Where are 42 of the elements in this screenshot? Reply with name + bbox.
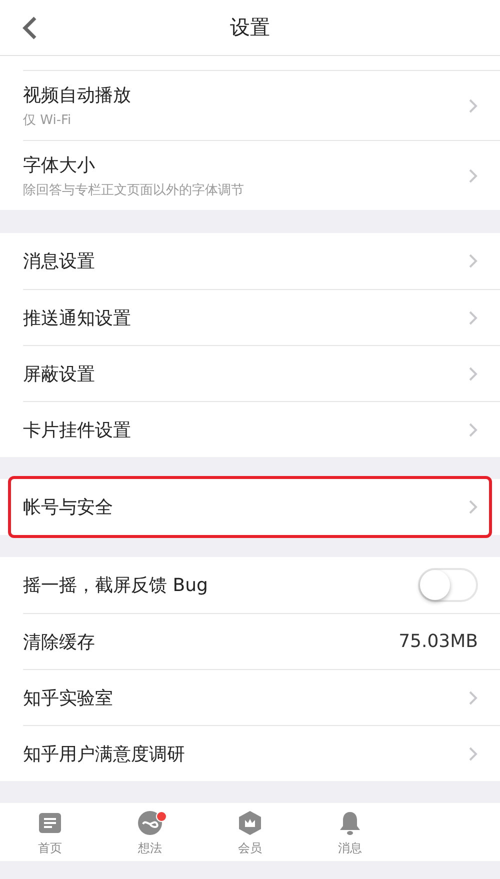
chevron-right-icon xyxy=(468,310,478,326)
settings-row[interactable]: 知乎用户满意度调研 xyxy=(23,725,500,781)
row-label: 帐号与安全 xyxy=(23,496,114,519)
chevron-right-icon xyxy=(468,253,478,269)
chevron-right-icon xyxy=(468,746,478,762)
chevron-right-icon xyxy=(468,98,478,114)
member-icon xyxy=(236,809,264,837)
tab-item[interactable]: 会员 xyxy=(200,803,300,861)
chevron-right-icon xyxy=(468,690,478,706)
row-label: 屏蔽设置 xyxy=(23,362,96,386)
row-label: 卡片挂件设置 xyxy=(23,418,132,442)
settings-row[interactable]: 推送通知设置 xyxy=(23,289,500,345)
chevron-right-icon xyxy=(468,422,478,438)
row-label: 消息设置 xyxy=(23,250,96,273)
cache-size: 75.03MB xyxy=(398,631,478,652)
back-icon[interactable] xyxy=(20,15,38,41)
settings-row[interactable]: 屏蔽设置 xyxy=(23,345,500,401)
toggle-switch[interactable] xyxy=(418,568,478,602)
row-label: 字体大小 xyxy=(23,154,96,176)
ideas-icon xyxy=(136,809,164,837)
settings-row[interactable]: 卡片挂件设置 xyxy=(23,401,500,457)
row-label: 知乎实验室 xyxy=(23,686,114,710)
row-label: 摇一摇，截屏反馈 Bug xyxy=(23,574,209,597)
chevron-right-icon xyxy=(468,168,478,184)
row-label: 推送通知设置 xyxy=(23,306,132,330)
tab-item[interactable]: 消息 xyxy=(300,803,400,861)
settings-row[interactable]: 摇一摇，截屏反馈 Bug xyxy=(23,557,500,613)
settings-row[interactable]: 视频自动播放 仅 Wi-Fi xyxy=(23,70,500,140)
row-label: 清除缓存 xyxy=(23,630,96,654)
page-title: 设置 xyxy=(230,14,270,41)
row-subtitle: 仅 Wi-Fi xyxy=(23,112,72,128)
settings-row[interactable]: 知乎实验室 xyxy=(23,669,500,725)
tab-item[interactable]: 想法 xyxy=(100,803,200,861)
settings-row[interactable]: 清除缓存 75.03MB xyxy=(23,613,500,669)
chevron-right-icon xyxy=(468,366,478,382)
tab-item[interactable]: 首页 xyxy=(0,803,100,861)
row-label: 视频自动播放 xyxy=(23,84,132,106)
row-label: 知乎用户满意度调研 xyxy=(23,742,186,766)
row-subtitle: 除回答与专栏正文页面以外的字体调节 xyxy=(23,182,245,198)
settings-row[interactable]: 字体大小 除回答与专栏正文页面以外的字体调节 xyxy=(23,140,500,210)
settings-row[interactable]: 消息设置 xyxy=(23,233,500,289)
chevron-right-icon xyxy=(468,499,478,515)
